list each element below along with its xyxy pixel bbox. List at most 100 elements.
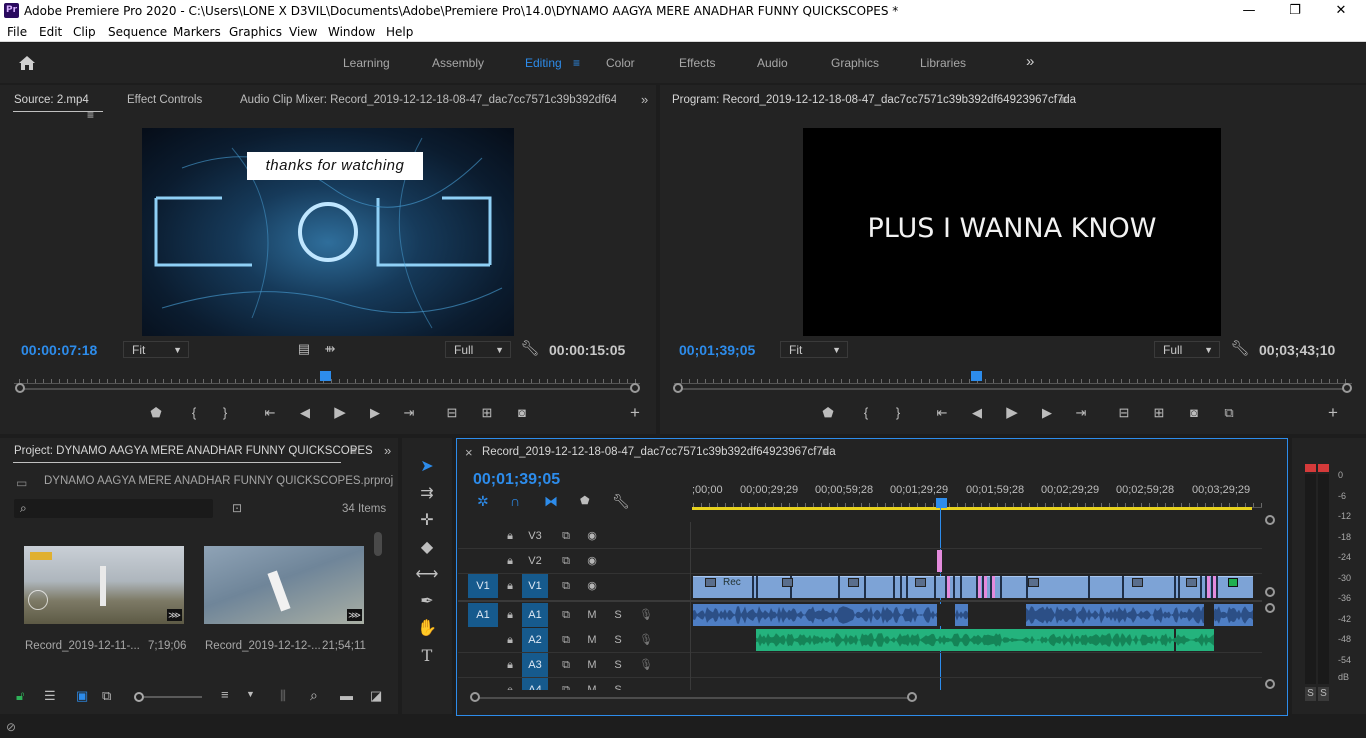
track-label[interactable]: V1 [522, 574, 548, 598]
menu-view[interactable]: View [289, 25, 317, 39]
add-marker-icon[interactable]: ⬟ [817, 404, 839, 422]
minimize-button[interactable]: — [1226, 2, 1272, 20]
go-to-out-icon[interactable]: ⇥ [1070, 404, 1092, 422]
menu-file[interactable]: File [7, 25, 27, 39]
track-label[interactable]: V3 [522, 524, 548, 548]
eye-icon[interactable]: ◉ [584, 524, 600, 548]
close-window-button[interactable]: ✕ [1318, 2, 1364, 20]
track-label[interactable]: A3 [522, 653, 548, 677]
home-icon[interactable] [15, 53, 39, 73]
project-search-input[interactable]: ⌕ [14, 499, 213, 518]
mute-button[interactable]: M [584, 678, 600, 690]
wrench-icon[interactable]: 🔧︎ [519, 340, 541, 358]
workspace-tab-learning[interactable]: Learning [343, 56, 390, 70]
wrench-icon[interactable]: 🔧︎ [1229, 340, 1251, 358]
project-item-name[interactable]: Record_2019-12-12-... [205, 640, 321, 652]
workspace-overflow-icon[interactable]: » [1026, 53, 1034, 70]
icon-view-icon[interactable]: ▣ [76, 688, 88, 704]
step-back-icon[interactable]: ◀ [966, 404, 988, 422]
workspace-tab-color[interactable]: Color [606, 56, 635, 70]
source-scroll-end-handle[interactable] [630, 383, 640, 393]
microphone-icon[interactable]: 🎙︎ [638, 628, 654, 652]
source-patch-audio[interactable]: A1 [468, 603, 498, 627]
project-thumbnail-1[interactable]: ⋙ [24, 546, 184, 624]
play-icon[interactable]: ▶ [1001, 404, 1023, 422]
track-zoom-handle[interactable] [1265, 679, 1275, 689]
go-to-out-icon[interactable]: ⇥ [398, 404, 420, 422]
tab-effect-controls[interactable]: Effect Controls [127, 94, 202, 106]
razor-tool-icon[interactable]: ◆ [412, 536, 442, 560]
source-patch-video[interactable]: V1 [468, 574, 498, 598]
solo-button[interactable]: S [610, 653, 626, 677]
add-marker-icon[interactable]: ⬟ [145, 404, 167, 422]
panel-overflow-icon[interactable]: » [641, 92, 648, 107]
hand-tool-icon[interactable]: ✋ [412, 617, 442, 641]
timeline-playhead-handle[interactable] [936, 498, 947, 508]
lock-icon[interactable]: 🔒︎ [502, 678, 518, 690]
mute-button[interactable]: M [584, 628, 600, 652]
add-marker-icon[interactable]: ⬟ [580, 494, 590, 507]
track-label[interactable]: V2 [522, 549, 548, 573]
project-vertical-scrollbar[interactable] [374, 532, 382, 556]
menu-help[interactable]: Help [386, 25, 413, 39]
solo-left-button[interactable]: S [1305, 687, 1316, 701]
lock-icon[interactable]: 🔒︎ [502, 524, 518, 548]
lift-icon[interactable]: ⊟ [1113, 404, 1135, 422]
sync-lock-icon[interactable]: ⧉ [558, 653, 574, 677]
program-resolution-dropdown[interactable]: Full ▼ [1154, 341, 1220, 358]
workspace-tab-libraries[interactable]: Libraries [920, 56, 966, 70]
status-icon[interactable]: ⊘ [6, 720, 16, 734]
mark-in-icon[interactable]: { [855, 404, 877, 422]
solo-button[interactable]: S [610, 678, 626, 690]
timeline-scroll-end-handle[interactable] [907, 692, 917, 702]
type-tool-icon[interactable]: T [412, 644, 442, 668]
menu-markers[interactable]: Markers [173, 25, 221, 39]
add-button-icon[interactable]: + [1322, 404, 1344, 422]
sync-lock-icon[interactable]: ⧉ [558, 603, 574, 627]
chevron-down-icon[interactable]: ▼ [246, 689, 255, 699]
tab-source[interactable]: Source: 2.mp4 [14, 94, 89, 106]
program-time-ruler[interactable] [674, 372, 1352, 384]
freeform-view-icon[interactable]: ⧉ [102, 688, 111, 704]
workspace-tab-effects[interactable]: Effects [679, 56, 715, 70]
automate-to-sequence-icon[interactable]: ⫼ [280, 688, 286, 704]
track-zoom-handle[interactable] [1265, 515, 1275, 525]
track-label[interactable]: A4 [522, 678, 548, 690]
sync-lock-icon[interactable]: ⧉ [558, 524, 574, 548]
program-scroll-end-handle[interactable] [1342, 383, 1352, 393]
workspace-tab-assembly[interactable]: Assembly [432, 56, 484, 70]
step-back-icon[interactable]: ◀ [294, 404, 316, 422]
lock-icon[interactable]: 🔓︎ [16, 688, 24, 704]
export-frame-icon[interactable]: ◙ [511, 404, 533, 422]
sync-lock-icon[interactable]: ⧉ [558, 574, 574, 598]
new-item-icon[interactable]: ◪ [370, 688, 382, 704]
mute-button[interactable]: M [584, 653, 600, 677]
step-forward-icon[interactable]: ▶ [364, 404, 386, 422]
program-playhead[interactable] [970, 371, 982, 381]
track-label[interactable]: A1 [522, 603, 548, 627]
source-zoom-scrollbar[interactable] [20, 388, 634, 390]
eye-icon[interactable]: ◉ [584, 574, 600, 598]
zoom-slider-track[interactable] [144, 696, 202, 698]
track-zoom-handle[interactable] [1265, 587, 1275, 597]
workspace-tab-graphics[interactable]: Graphics [831, 56, 879, 70]
menu-clip[interactable]: Clip [73, 25, 96, 39]
menu-window[interactable]: Window [328, 25, 375, 39]
mute-button[interactable]: M [584, 603, 600, 627]
timeline-menu-icon[interactable]: ≡ [822, 445, 829, 459]
source-resolution-dropdown[interactable]: Full ▼ [445, 341, 511, 358]
step-forward-icon[interactable]: ▶ [1036, 404, 1058, 422]
add-button-icon[interactable]: + [624, 404, 646, 422]
program-title[interactable]: Program: Record_2019-12-12-18-08-47_dac7… [672, 94, 1076, 106]
overwrite-icon[interactable]: ⊞ [476, 404, 498, 422]
mark-in-icon[interactable]: { [183, 404, 205, 422]
lock-icon[interactable]: 🔒︎ [502, 628, 518, 652]
timeline-timecode[interactable]: 00;01;39;05 [473, 471, 560, 489]
lock-icon[interactable]: 🔒︎ [502, 574, 518, 598]
insert-icon[interactable]: ⊟ [441, 404, 463, 422]
project-title[interactable]: Project: DYNAMO AAGYA MERE ANADHAR FUNNY… [14, 445, 373, 457]
workspace-tab-editing[interactable]: Editing [525, 56, 562, 70]
snap-magnet-icon[interactable]: ∩ [510, 493, 520, 509]
nest-icon[interactable]: ✲ [477, 493, 489, 510]
timeline-settings-wrench-icon[interactable]: 🔧︎ [612, 493, 630, 510]
